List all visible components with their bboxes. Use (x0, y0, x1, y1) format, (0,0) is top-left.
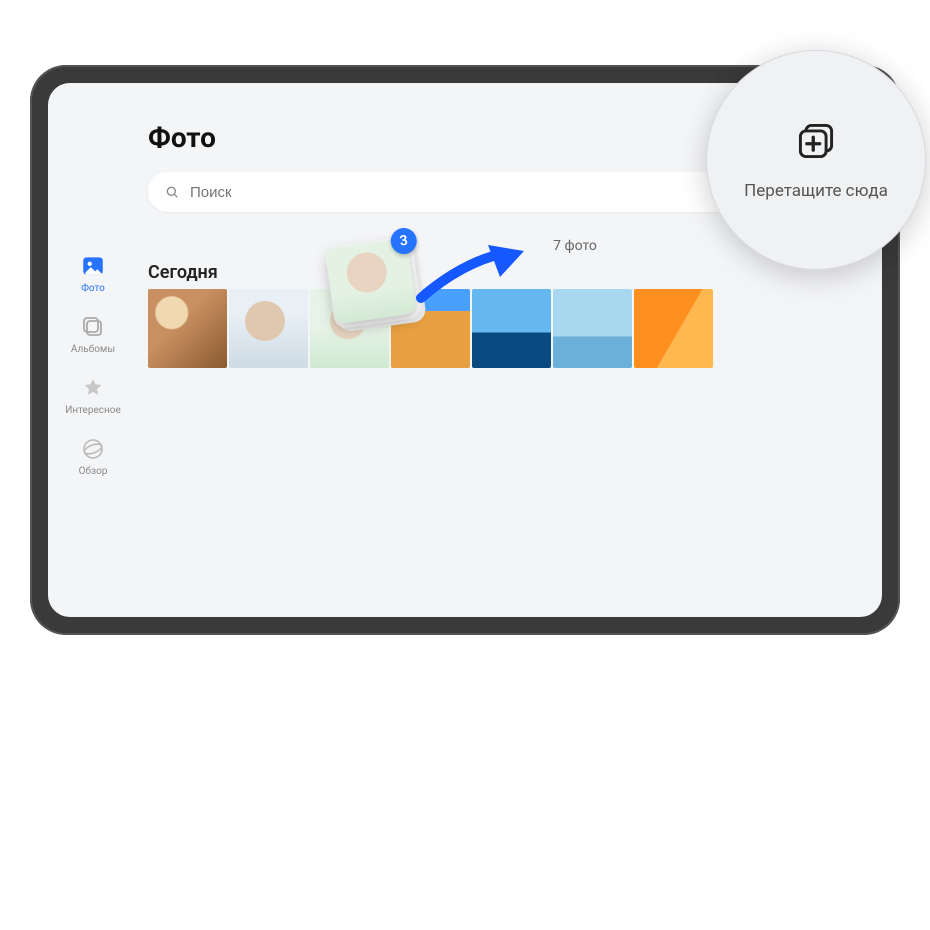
sidebar-item-photos[interactable]: Фото (80, 253, 106, 294)
dragged-photo-stack[interactable]: 3 (325, 238, 417, 325)
drag-arrow-icon (416, 243, 526, 303)
photos-icon (80, 253, 106, 279)
sidebar-item-label: Обзор (79, 466, 108, 477)
drop-target-label: Перетащите сюда (744, 181, 888, 201)
add-album-icon[interactable] (794, 119, 838, 167)
sidebar-item-label: Интересное (65, 405, 121, 416)
albums-icon (80, 314, 106, 340)
star-icon (80, 375, 106, 401)
photo-thumbnail[interactable] (553, 289, 632, 368)
sidebar: Фото Альбомы Интересное Обзор (48, 253, 138, 477)
photo-thumbnail[interactable] (148, 289, 227, 368)
sidebar-item-explore[interactable]: Обзор (79, 436, 108, 477)
drop-target-zoom: Перетащите сюда (706, 50, 926, 270)
sidebar-item-albums[interactable]: Альбомы (71, 314, 115, 355)
globe-icon (80, 436, 106, 462)
photo-thumbnail[interactable] (229, 289, 308, 368)
sidebar-item-featured[interactable]: Интересное (65, 375, 121, 416)
sidebar-item-label: Альбомы (71, 344, 115, 355)
photo-thumbnail[interactable] (634, 289, 713, 368)
search-icon (164, 184, 180, 200)
sidebar-item-label: Фото (81, 283, 105, 294)
